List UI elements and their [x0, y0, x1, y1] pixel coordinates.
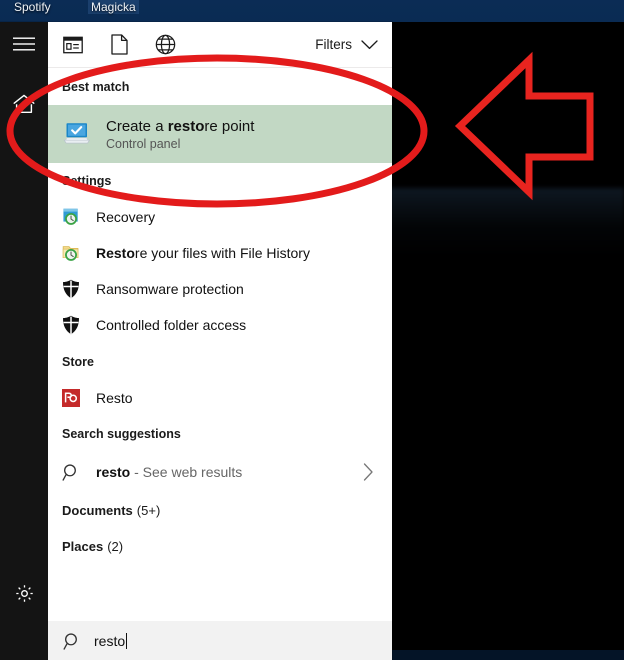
group-row-name: Places	[62, 539, 103, 554]
group-header-store: Store	[48, 343, 392, 380]
group-header-best-match: Best match	[48, 68, 392, 105]
filters-label: Filters	[315, 37, 352, 52]
result-row-recovery[interactable]: Recovery	[48, 199, 392, 235]
result-icon	[62, 463, 96, 482]
search-input-value: resto	[94, 633, 125, 649]
desktop-icon-magicka-label[interactable]: Magicka	[88, 0, 139, 14]
text-caret	[126, 633, 127, 649]
settings-button[interactable]	[0, 571, 48, 615]
search-icon-glyph	[63, 632, 82, 651]
result-label: Restore your files with File History	[96, 245, 310, 261]
gear-icon	[14, 583, 35, 604]
globe-web-icon	[155, 34, 176, 55]
result-icon	[62, 389, 96, 407]
hamburger-menu-button[interactable]	[0, 22, 48, 66]
shield-icon	[62, 279, 80, 299]
result-best-match-create-restore-point[interactable]: Create a restore point Control panel	[48, 105, 392, 163]
start-search-panel: Filters Best match	[0, 22, 392, 660]
result-label-match: Resto	[96, 245, 135, 261]
result-icon	[62, 244, 96, 263]
group-row-name: Documents	[62, 503, 133, 518]
result-row-ransomware-protection[interactable]: Ransomware protection	[48, 271, 392, 307]
shield-icon	[62, 315, 80, 335]
desktop-icon-spotify-label[interactable]: Spotify	[14, 0, 51, 14]
home-button[interactable]	[0, 82, 48, 126]
result-icon	[62, 208, 96, 227]
apps-filter-button[interactable]	[50, 22, 96, 67]
result-text: Create a restore point Control panel	[106, 118, 254, 151]
hamburger-menu-icon	[13, 37, 35, 51]
group-row-count: (2)	[107, 539, 123, 554]
result-row-controlled-folder-access[interactable]: Controlled folder access	[48, 307, 392, 343]
web-suffix: - See web results	[130, 464, 242, 480]
result-icon	[62, 279, 96, 299]
chevron-down-icon	[361, 40, 378, 50]
web-query: resto	[96, 464, 130, 480]
screen: Spotify Magicka	[0, 0, 624, 660]
group-header-search-suggestions: Search suggestions	[48, 416, 392, 452]
home-icon	[13, 94, 35, 114]
result-title-prefix: Create a	[106, 118, 168, 135]
results-list: Best match Create a restore point	[48, 68, 392, 641]
result-label: resto - See web results	[96, 464, 242, 480]
panel-content: Filters Best match	[48, 22, 392, 660]
result-row-web-suggestion[interactable]: resto - See web results	[48, 452, 392, 492]
web-filter-button[interactable]	[142, 22, 188, 67]
document-page-icon	[111, 34, 128, 55]
web-suggestion-expand-button[interactable]	[363, 463, 374, 481]
panel-toolbar: Filters	[48, 22, 392, 68]
file-history-folder-icon	[62, 244, 81, 263]
group-row-places[interactable]: Places (2)	[48, 528, 392, 564]
resto-app-icon	[62, 389, 80, 407]
filters-dropdown[interactable]: Filters	[311, 22, 382, 67]
result-label-suffix: re your files with File History	[135, 245, 310, 261]
panel-left-rail	[0, 22, 48, 660]
search-icon	[62, 463, 81, 482]
documents-filter-button[interactable]	[96, 22, 142, 67]
group-row-documents[interactable]: Documents (5+)	[48, 492, 392, 528]
search-icon	[63, 632, 82, 651]
result-label: Resto	[96, 390, 133, 406]
result-title: Create a restore point	[106, 118, 254, 135]
result-subtitle: Control panel	[106, 137, 254, 151]
search-input[interactable]: resto	[48, 620, 392, 660]
result-row-restore-file-history[interactable]: Restore your files with File History	[48, 235, 392, 271]
result-icon	[62, 121, 106, 147]
result-title-suffix: re point	[204, 118, 254, 135]
restore-point-laptop-icon	[62, 121, 92, 147]
result-row-resto-store-app[interactable]: Resto	[48, 380, 392, 416]
group-row-count: (5+)	[137, 503, 160, 518]
result-label-suffix: Recovery	[96, 209, 155, 225]
result-label: Recovery	[96, 209, 155, 225]
result-title-match: resto	[168, 118, 205, 135]
result-label: Ransomware protection	[96, 281, 244, 297]
group-header-settings: Settings	[48, 163, 392, 199]
result-icon	[62, 315, 96, 335]
result-label: Controlled folder access	[96, 317, 246, 333]
recovery-clock-icon	[62, 208, 81, 227]
apps-window-icon	[63, 36, 83, 54]
chevron-right-icon	[363, 463, 374, 481]
